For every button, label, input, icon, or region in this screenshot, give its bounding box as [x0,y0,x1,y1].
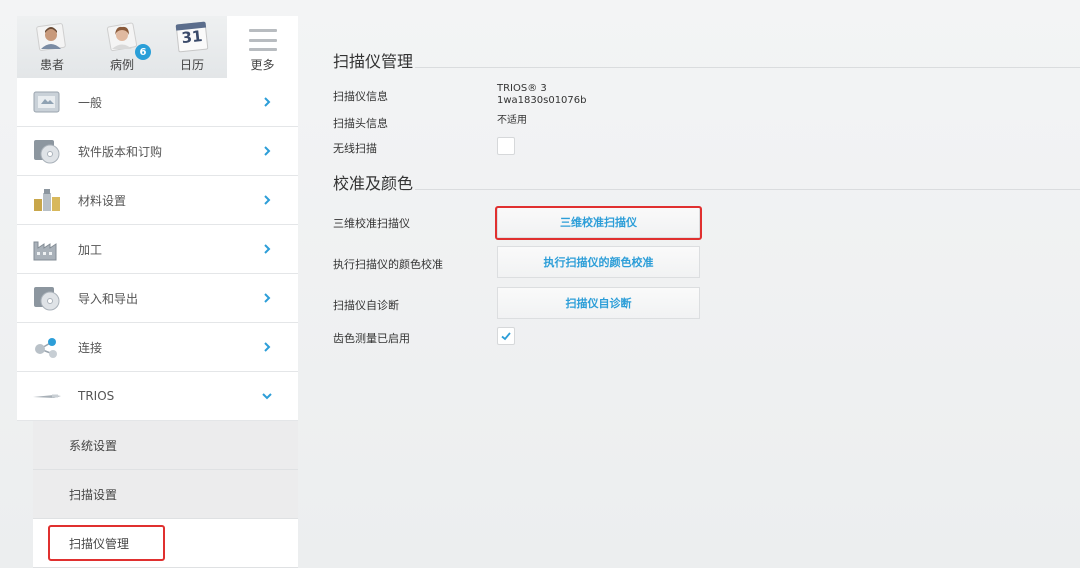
tab-more-label: 更多 [250,58,275,72]
sidebar-item-connection[interactable]: 连接 [17,323,298,372]
chevron-right-icon [264,244,271,254]
software-disc-icon [32,138,62,164]
calibrate-3d-button[interactable]: 三维校准扫描仪 [497,206,700,238]
patient-icon [35,21,69,53]
sidebar-item-import-export[interactable]: 导入和导出 [17,274,298,323]
general-icon [32,89,62,115]
factory-icon [32,236,62,262]
sidebar-item-label: 连接 [78,340,103,355]
tab-patients-label: 患者 [39,58,64,72]
self-diagnosis-button[interactable]: 扫描仪自诊断 [497,287,700,319]
sidebar-item-label: 导入和导出 [78,291,139,306]
section-divider [415,189,1080,190]
sidebar-subitem-label: 扫描设置 [69,487,118,502]
wireless-scan-checkbox[interactable] [497,137,515,155]
import-export-disc-icon [32,285,62,311]
tab-cases[interactable]: 6 病例 [87,16,157,78]
sidebar-item-general[interactable]: 一般 [17,78,298,127]
tab-calendar-label: 日历 [179,58,204,72]
settings-sidebar: 一般 软件版本和订购 材料设置 加工 导入和导出 连接 TRIOS 系统设置 扫… [17,78,298,568]
scanner-info-model: TRIOS® 3 [497,83,547,94]
sidebar-subitem-label: 扫描仪管理 [69,536,130,551]
chevron-right-icon [264,195,271,205]
chevron-down-icon [262,393,272,400]
connection-icon [32,334,62,360]
sidebar-item-label: 加工 [78,242,103,257]
menu-icon [248,29,277,51]
scanner-info-label: 扫描仪信息 [333,90,388,103]
scanner-info-serial: 1wa1830s01076b [497,95,587,106]
calendar-icon: 31 [175,21,209,53]
case-count-badge: 6 [135,44,151,60]
sidebar-item-label: TRIOS [78,389,115,403]
calibrate-3d-label: 三维校准扫描仪 [333,217,410,230]
tab-calendar[interactable]: 31 日历 [157,16,227,78]
top-navigation: 患者 6 病例 31 日历 更多 [17,16,298,78]
scanner-management-title: 扫描仪管理 [333,52,414,71]
scan-head-value: 不适用 [497,115,527,126]
materials-icon [32,187,62,213]
calibration-section-title: 校准及颜色 [333,174,414,193]
self-diagnosis-label: 扫描仪自诊断 [333,299,399,312]
case-icon [105,21,139,53]
tab-cases-label: 病例 [109,58,134,72]
sidebar-item-trios[interactable]: TRIOS [17,372,298,421]
sidebar-item-materials[interactable]: 材料设置 [17,176,298,225]
chevron-right-icon [264,146,271,156]
tab-more[interactable]: 更多 [227,16,298,78]
sidebar-item-software[interactable]: 软件版本和订购 [17,127,298,176]
sidebar-item-label: 材料设置 [78,193,127,208]
wireless-scan-label: 无线扫描 [333,142,377,155]
chevron-right-icon [264,97,271,107]
chevron-right-icon [264,342,271,352]
sidebar-item-label: 一般 [78,95,103,110]
shade-measurement-checkbox[interactable] [497,327,515,345]
sidebar-subitem-system-settings[interactable]: 系统设置 [33,421,298,470]
sidebar-item-processing[interactable]: 加工 [17,225,298,274]
color-calibration-label: 执行扫描仪的颜色校准 [333,258,443,271]
sidebar-subitem-scanner-management[interactable]: 扫描仪管理 [33,519,298,568]
tab-patients[interactable]: 患者 [17,16,87,78]
checkmark-icon [501,332,511,341]
color-calibration-button[interactable]: 执行扫描仪的颜色校准 [497,246,700,278]
scan-head-label: 扫描头信息 [333,117,388,130]
sidebar-subitem-label: 系统设置 [69,438,118,453]
shade-measurement-label: 齿色测量已启用 [333,332,410,345]
calendar-day: 31 [175,21,209,53]
sidebar-item-label: 软件版本和订购 [78,144,163,159]
scanner-wand-icon [32,383,62,409]
section-divider [415,67,1080,68]
sidebar-subitem-scan-settings[interactable]: 扫描设置 [33,470,298,519]
chevron-right-icon [264,293,271,303]
